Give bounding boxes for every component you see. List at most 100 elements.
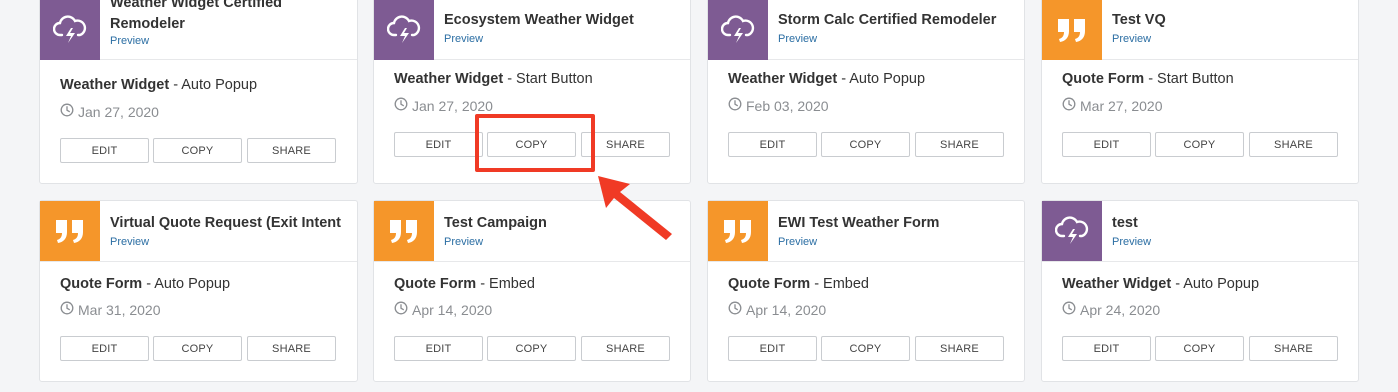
card-date: Jan 27, 2020 (60, 103, 159, 120)
card-title: test (1112, 215, 1138, 231)
cloud-lightning-icon (1042, 201, 1102, 261)
card-header: Test VQ Preview (1042, 0, 1358, 60)
campaign-card: Virtual Quote Request (Exit Intent Previ… (39, 200, 358, 382)
quote-icon (374, 201, 434, 261)
preview-link[interactable]: Preview (444, 33, 483, 45)
edit-button[interactable]: EDIT (728, 336, 817, 361)
preview-link[interactable]: Preview (110, 236, 149, 248)
display-mode: - Auto Popup (169, 77, 258, 93)
card-header: Ecosystem Weather Widget Preview (374, 0, 690, 60)
edit-button[interactable]: EDIT (1062, 132, 1151, 157)
clock-icon (60, 301, 74, 318)
preview-link[interactable]: Preview (110, 35, 149, 47)
preview-link[interactable]: Preview (444, 236, 483, 248)
edit-button[interactable]: EDIT (60, 138, 149, 163)
share-button[interactable]: SHARE (247, 138, 336, 163)
card-date: Mar 27, 2020 (1062, 97, 1163, 114)
date-text: Apr 14, 2020 (746, 301, 827, 318)
clock-icon (1062, 301, 1076, 318)
clock-icon (60, 103, 74, 120)
card-title: Virtual Quote Request (Exit Intent (110, 215, 341, 231)
share-button[interactable]: SHARE (915, 132, 1004, 157)
quote-icon (40, 201, 100, 261)
card-type: Quote Form - Start Button (1062, 71, 1234, 87)
cloud-lightning-icon (374, 0, 434, 60)
cloud-lightning-icon (40, 0, 100, 60)
card-title: Weather Widget Certified Remodeler (110, 0, 283, 32)
share-button[interactable]: SHARE (1249, 132, 1338, 157)
campaign-card: EWI Test Weather Form Preview Quote Form… (707, 200, 1025, 382)
card-type: Weather Widget - Auto Popup (728, 71, 925, 87)
display-mode: - Embed (476, 276, 536, 292)
cloud-lightning-icon (708, 0, 768, 60)
copy-highlight-box (475, 114, 595, 172)
edit-button[interactable]: EDIT (394, 132, 483, 157)
card-date: Mar 31, 2020 (60, 301, 161, 318)
clock-icon (394, 97, 408, 114)
card-title: EWI Test Weather Form (778, 215, 940, 231)
copy-button[interactable]: COPY (821, 336, 910, 361)
campaign-card: Storm Calc Certified Remodeler Preview W… (707, 0, 1025, 184)
copy-button[interactable]: COPY (487, 336, 576, 361)
campaign-card: Test VQ Preview Quote Form - Start Butto… (1041, 0, 1359, 184)
pointer-arrow-icon (598, 176, 672, 240)
card-date: Jan 27, 2020 (394, 97, 493, 114)
edit-button[interactable]: EDIT (1062, 336, 1151, 361)
copy-button[interactable]: COPY (153, 336, 242, 361)
preview-link[interactable]: Preview (778, 236, 817, 248)
preview-link[interactable]: Preview (1112, 236, 1151, 248)
card-header: Virtual Quote Request (Exit Intent Previ… (40, 201, 357, 262)
card-date: Apr 14, 2020 (394, 301, 492, 318)
share-button[interactable]: SHARE (247, 336, 336, 361)
card-header: EWI Test Weather Form Preview (708, 201, 1024, 262)
card-date: Apr 24, 2020 (1062, 301, 1160, 318)
widget-type: Weather Widget (1062, 276, 1172, 292)
date-text: Mar 27, 2020 (1080, 97, 1163, 114)
widget-type: Quote Form (394, 276, 477, 292)
quote-icon (708, 201, 768, 261)
widget-type: Quote Form (60, 276, 143, 292)
edit-button[interactable]: EDIT (728, 132, 817, 157)
edit-button[interactable]: EDIT (394, 336, 483, 361)
clock-icon (728, 301, 742, 318)
card-date: Feb 03, 2020 (728, 97, 829, 114)
widget-type: Weather Widget (60, 77, 170, 93)
clock-icon (728, 97, 742, 114)
widget-type: Weather Widget (394, 71, 504, 87)
card-header: Weather Widget Certified Remodeler Previ… (40, 0, 357, 60)
display-mode: - Auto Popup (837, 71, 926, 87)
copy-button[interactable]: COPY (821, 132, 910, 157)
share-button[interactable]: SHARE (915, 336, 1004, 361)
widget-type: Quote Form (1062, 71, 1145, 87)
copy-button[interactable]: COPY (1155, 336, 1244, 361)
campaign-card: Weather Widget Certified Remodeler Previ… (39, 0, 358, 184)
widget-type: Weather Widget (728, 71, 838, 87)
display-mode: - Start Button (1144, 71, 1234, 87)
card-date: Apr 14, 2020 (728, 301, 826, 318)
date-text: Apr 14, 2020 (412, 301, 493, 318)
card-type: Quote Form - Auto Popup (60, 276, 230, 292)
display-mode: - Start Button (503, 71, 593, 87)
date-text: Jan 27, 2020 (412, 97, 493, 114)
display-mode: - Embed (810, 276, 870, 292)
copy-button[interactable]: COPY (153, 138, 242, 163)
copy-button[interactable]: COPY (1155, 132, 1244, 157)
card-type: Weather Widget - Auto Popup (1062, 276, 1259, 292)
display-mode: - Auto Popup (1171, 276, 1260, 292)
clock-icon (394, 301, 408, 318)
widget-type: Quote Form (728, 276, 811, 292)
quote-icon (1042, 0, 1102, 60)
date-text: Jan 27, 2020 (78, 103, 159, 120)
card-title: Storm Calc Certified Remodeler (778, 12, 997, 28)
card-header: test Preview (1042, 201, 1358, 262)
share-button[interactable]: SHARE (581, 336, 670, 361)
card-title: Ecosystem Weather Widget (444, 12, 634, 28)
preview-link[interactable]: Preview (778, 33, 817, 45)
date-text: Apr 24, 2020 (1080, 301, 1161, 318)
card-type: Weather Widget - Auto Popup (60, 77, 257, 93)
share-button[interactable]: SHARE (1249, 336, 1338, 361)
preview-link[interactable]: Preview (1112, 33, 1151, 45)
card-type: Quote Form - Embed (728, 276, 869, 292)
campaign-card: test Preview Weather Widget - Auto Popup… (1041, 200, 1359, 382)
edit-button[interactable]: EDIT (60, 336, 149, 361)
